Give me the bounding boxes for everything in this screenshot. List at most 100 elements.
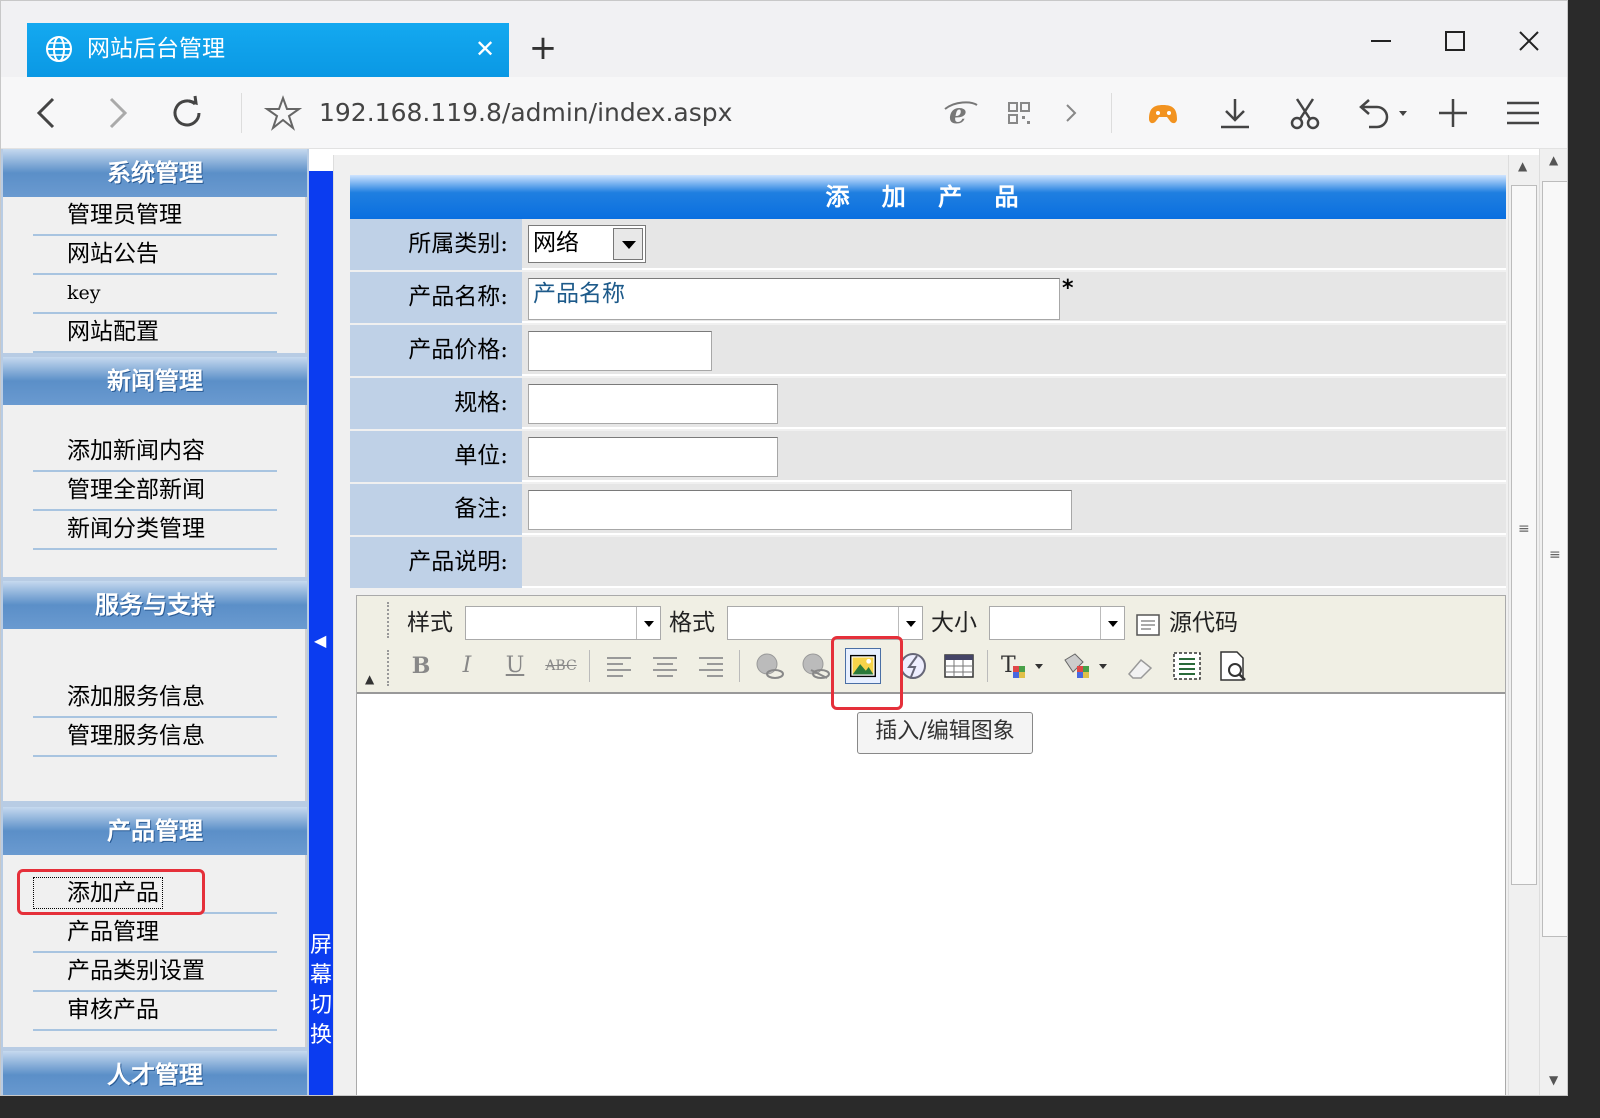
undo-icon[interactable]	[1351, 91, 1415, 135]
close-window-icon[interactable]	[1509, 21, 1549, 61]
highlight-insert-image	[831, 636, 903, 710]
size-select[interactable]	[989, 606, 1125, 640]
sidebar-item-product-category[interactable]: 产品类别设置	[33, 953, 277, 992]
collapse-toolbar-icon[interactable]: ▲	[365, 672, 374, 686]
grip-icon: ≡	[1518, 521, 1530, 537]
address-bar[interactable]: 192.168.119.8/admin/index.aspx	[319, 97, 732, 129]
strikethrough-button[interactable]: ABC	[543, 648, 579, 684]
row-note: 备注:	[350, 484, 1506, 535]
scroll-up-icon[interactable]: ▲	[1518, 159, 1527, 173]
eraser-icon[interactable]	[1123, 648, 1159, 684]
collapse-arrow-icon[interactable]: ◀	[314, 631, 326, 650]
section-header-product[interactable]: 产品管理	[3, 807, 307, 855]
source-code-button[interactable]: 源代码	[1169, 608, 1238, 638]
add-icon[interactable]	[1431, 91, 1475, 135]
bold-button[interactable]: B	[403, 648, 439, 684]
section-body-service: 添加服务信息 管理服务信息	[3, 629, 307, 801]
price-input[interactable]	[528, 331, 712, 371]
insert-table-icon[interactable]	[941, 648, 977, 684]
italic-button[interactable]: I	[449, 648, 485, 684]
sidebar-item-add-service[interactable]: 添加服务信息	[33, 679, 277, 718]
globe-icon	[46, 36, 72, 62]
section-header-service[interactable]: 服务与支持	[3, 581, 307, 629]
product-name-input[interactable]: 产品名称	[528, 278, 1060, 320]
format-label: 格式	[669, 610, 715, 636]
page-scrollbar[interactable]: ▲ ≡ ▼	[1539, 149, 1567, 1095]
tab-close-icon[interactable]: ✕	[471, 35, 499, 63]
highlight-add-product	[17, 869, 205, 915]
row-unit: 单位:	[350, 431, 1506, 482]
underline-button[interactable]: U	[497, 648, 533, 684]
qr-code-icon[interactable]	[997, 91, 1041, 135]
remove-link-icon[interactable]	[797, 648, 833, 684]
sidebar-item-manage-product[interactable]: 产品管理	[33, 914, 277, 953]
menu-icon[interactable]	[1501, 91, 1545, 135]
ie-mode-icon[interactable]: e	[939, 91, 983, 135]
style-select[interactable]	[465, 606, 661, 640]
form-title: 添 加 产 品	[350, 175, 1506, 219]
dropdown-arrow-icon[interactable]	[613, 228, 643, 260]
section-header-talent[interactable]: 人才管理	[3, 1051, 307, 1095]
label-unit: 单位:	[350, 431, 522, 482]
row-description: 产品说明:	[350, 537, 1506, 588]
dropdown-arrow-icon	[1100, 607, 1124, 639]
sidebar-item-review-product[interactable]: 审核产品	[33, 992, 277, 1031]
expand-chevron-icon[interactable]	[1049, 91, 1093, 135]
align-left-icon[interactable]	[601, 648, 637, 684]
new-tab-button[interactable]: +	[527, 31, 559, 67]
browser-tab[interactable]: 网站后台管理 ✕	[27, 23, 509, 77]
unit-input[interactable]	[528, 437, 778, 477]
screen-toggle-splitter[interactable]: ◀ 屏幕切换	[309, 171, 333, 1095]
admin-sidebar: 系统管理 管理员管理 网站公告 key 网站配置 新闻管理 添加新闻内容 管理全…	[1, 149, 309, 1095]
insert-link-icon[interactable]	[751, 648, 787, 684]
format-select[interactable]	[727, 606, 923, 640]
select-all-icon[interactable]	[1169, 648, 1205, 684]
label-product-name: 产品名称:	[350, 272, 522, 323]
required-mark: *	[1062, 276, 1074, 301]
note-input[interactable]	[528, 490, 1072, 530]
favorite-star-icon[interactable]	[261, 91, 305, 135]
background-color-icon[interactable]	[1057, 648, 1113, 684]
sidebar-item-site-config[interactable]: 网站配置	[33, 314, 277, 353]
scissors-icon[interactable]	[1283, 91, 1327, 135]
inner-scrollbar[interactable]: ▲ ≡	[1508, 155, 1538, 1095]
preview-icon[interactable]	[1215, 648, 1251, 684]
text-color-icon[interactable]: T	[997, 648, 1047, 684]
source-code-icon[interactable]	[1135, 612, 1161, 638]
style-label: 样式	[407, 610, 453, 636]
align-center-icon[interactable]	[647, 648, 683, 684]
section-body-system: 管理员管理 网站公告 key 网站配置	[3, 197, 307, 353]
label-description: 产品说明:	[350, 537, 522, 588]
refresh-icon[interactable]	[165, 91, 209, 135]
minimize-icon[interactable]	[1361, 21, 1401, 61]
label-price: 产品价格:	[350, 325, 522, 376]
gamepad-icon[interactable]	[1141, 91, 1185, 135]
row-category: 所属类别: 网络	[350, 219, 1506, 270]
editor-content-area[interactable]	[357, 696, 1505, 1095]
row-price: 产品价格:	[350, 325, 1506, 376]
sidebar-item-admin-manage[interactable]: 管理员管理	[33, 197, 277, 236]
download-icon[interactable]	[1213, 91, 1257, 135]
label-spec: 规格:	[350, 378, 522, 429]
section-header-system[interactable]: 系统管理	[3, 149, 307, 197]
align-right-icon[interactable]	[693, 648, 729, 684]
category-select[interactable]: 网络	[528, 225, 646, 263]
forward-icon[interactable]	[95, 91, 139, 135]
sidebar-item-manage-service[interactable]: 管理服务信息	[33, 718, 277, 757]
back-icon[interactable]	[25, 91, 69, 135]
row-spec: 规格:	[350, 378, 1506, 429]
sidebar-item-key[interactable]: key	[33, 275, 277, 314]
sidebar-item-manage-news[interactable]: 管理全部新闻	[33, 472, 277, 511]
scroll-up-icon[interactable]: ▲	[1549, 153, 1558, 167]
tab-title: 网站后台管理	[87, 36, 225, 62]
section-header-news[interactable]: 新闻管理	[3, 357, 307, 405]
maximize-icon[interactable]	[1435, 21, 1475, 61]
label-category: 所属类别:	[350, 219, 522, 270]
label-note: 备注:	[350, 484, 522, 535]
scroll-down-icon[interactable]: ▼	[1549, 1073, 1558, 1087]
sidebar-item-add-news[interactable]: 添加新闻内容	[33, 433, 277, 472]
sidebar-item-news-category[interactable]: 新闻分类管理	[33, 511, 277, 550]
spec-input[interactable]	[528, 384, 778, 424]
sidebar-item-announcement[interactable]: 网站公告	[33, 236, 277, 275]
grip-icon: ≡	[1549, 547, 1561, 563]
